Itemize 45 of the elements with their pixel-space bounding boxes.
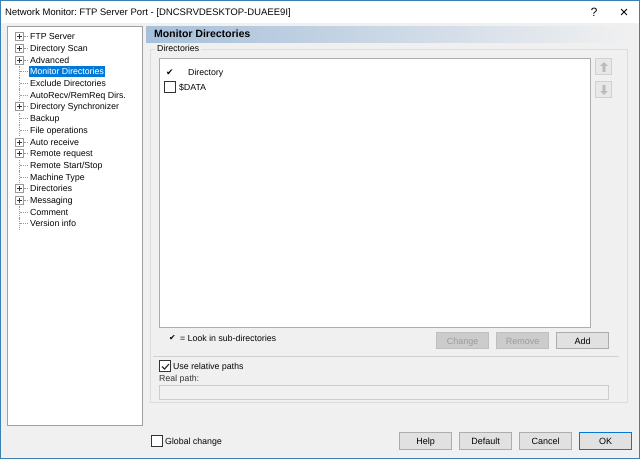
expand-icon[interactable]	[15, 44, 24, 54]
checkbox-label: Global change	[165, 436, 222, 446]
window-title: Network Monitor: FTP Server Port - [DNCSRVDESKTOP-DUAEE9I]	[5, 6, 292, 18]
legend-mark: ✔	[169, 332, 176, 342]
action-button[interactable]: Add	[556, 332, 609, 349]
checkbox[interactable]	[151, 435, 163, 447]
up-arrow-icon	[598, 60, 608, 72]
tree-item[interactable]: Directory Scan	[29, 43, 89, 54]
down-arrow-icon	[598, 84, 608, 96]
expand-icon[interactable]	[15, 149, 24, 158]
expand-icon[interactable]	[15, 184, 24, 194]
expand-icon[interactable]	[15, 32, 24, 42]
tree-item[interactable]: Version info	[29, 218, 77, 230]
field-label: Real path:	[158, 373, 200, 383]
checkbox[interactable]	[164, 81, 176, 93]
column-header: Directory	[188, 67, 224, 79]
tree-item[interactable]: Directories	[29, 183, 74, 194]
tree-item[interactable]: Exclude Directories	[29, 78, 107, 90]
tree-item[interactable]: Directory Synchronizer	[29, 101, 120, 112]
group-label: Directories	[155, 43, 202, 53]
dialog-button[interactable]: Cancel	[519, 432, 572, 450]
tree-item[interactable]: FTP Server	[29, 31, 76, 42]
tree-item[interactable]: Comment	[29, 206, 70, 218]
dialog-button[interactable]: OK	[579, 432, 632, 450]
tree-item[interactable]: Advanced	[29, 54, 70, 66]
dialog-button[interactable]: Help	[399, 432, 452, 450]
tree-item[interactable]: Machine Type	[29, 172, 86, 183]
tree-item[interactable]: AutoRecv/RemReq Dirs.	[29, 90, 127, 101]
expand-icon[interactable]	[15, 102, 24, 112]
tree-item[interactable]: File operations	[29, 124, 89, 136]
tree-item[interactable]: Remote Start/Stop	[29, 160, 104, 171]
tree-item[interactable]: Backup	[29, 113, 60, 124]
list-item[interactable]: $DATA	[179, 82, 206, 92]
legend-text: = Look in sub-directories	[180, 332, 276, 342]
expand-icon[interactable]	[15, 138, 24, 147]
expand-icon[interactable]	[15, 56, 24, 65]
expand-icon[interactable]	[15, 196, 24, 205]
tree-item[interactable]: Monitor Directories	[29, 66, 105, 78]
checkbox-label: Use relative paths	[173, 361, 244, 371]
column-header: ✔	[165, 67, 175, 79]
tree-item[interactable]: Auto receive	[29, 136, 80, 148]
tree-item[interactable]: Remote request	[29, 148, 94, 160]
dialog-button[interactable]: Default	[459, 432, 512, 450]
checkbox[interactable]	[159, 360, 171, 372]
tree-item[interactable]: Messaging	[29, 194, 74, 206]
